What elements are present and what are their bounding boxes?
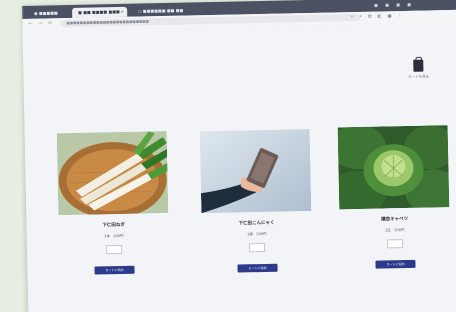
shopping-bag-icon [413, 59, 424, 72]
shop-page: カートを見る 下仁田ねぎ 1本 200円 カートに追加 下仁田こんにゃく 1袋 … [22, 21, 456, 312]
url-text: ■■■■■■■■■■■■■■■■■■■■■■■■■ [66, 19, 150, 26]
cabbage-photo [337, 125, 450, 210]
product-name: 下仁田こんにゃく [238, 220, 275, 227]
window-controls[interactable]: ■ ■ ■ ■ [374, 2, 414, 8]
cart-link[interactable]: カートを見る [398, 59, 438, 80]
extensions-icon[interactable]: • • ✿ ◐ ● ⋮ [350, 13, 404, 20]
negi-photo [56, 130, 169, 216]
product-name: 下仁田ねぎ [102, 222, 125, 229]
add-to-cart-button[interactable]: カートに追加 [375, 259, 416, 269]
product-card: 下仁田ねぎ 1本 200円 カートに追加 [56, 130, 170, 276]
quantity-input[interactable] [249, 242, 266, 253]
product-card: 下仁田こんにゃく 1袋 200円 カートに追加 [199, 129, 313, 274]
add-to-cart-button[interactable]: カートに追加 [237, 263, 278, 273]
nav-arrows-icon[interactable]: ← → ⟳ [28, 20, 54, 27]
product-image-konnyaku [199, 129, 312, 214]
product-image-negi [56, 130, 169, 216]
konnyaku-photo [199, 129, 312, 214]
quantity-input[interactable] [386, 239, 404, 249]
product-price: 1本 200円 [104, 233, 124, 239]
tab-label: ○ ■■■■■■ ■■ ■■ [138, 7, 184, 14]
product-price: 1玉 300円 [385, 228, 405, 233]
background-margin [0, 0, 24, 312]
quantity-input[interactable] [106, 244, 123, 255]
cart-label: カートを見る [408, 74, 430, 79]
product-card: 嬬恋キャベツ 1玉 300円 カートに追加 [337, 125, 451, 270]
close-icon[interactable]: × [121, 7, 125, 17]
add-to-cart-button[interactable]: カートに追加 [94, 265, 135, 275]
product-name: 嬬恋キャベツ [381, 216, 409, 223]
laptop-screen: ● ■■■■■ ■■■ ■ ■■ ■■■■ ■■■ × ○ ■■■■■■ ■■ … [22, 0, 456, 312]
product-image-cabbage [337, 125, 450, 210]
tab-label: ■ ■■ ■■■■ ■■■ [78, 8, 120, 15]
product-price: 1袋 200円 [247, 231, 267, 237]
photo-of-screen: ● ■■■■■ ■■■ ■ ■■ ■■■■ ■■■ × ○ ■■■■■■ ■■ … [0, 0, 456, 312]
